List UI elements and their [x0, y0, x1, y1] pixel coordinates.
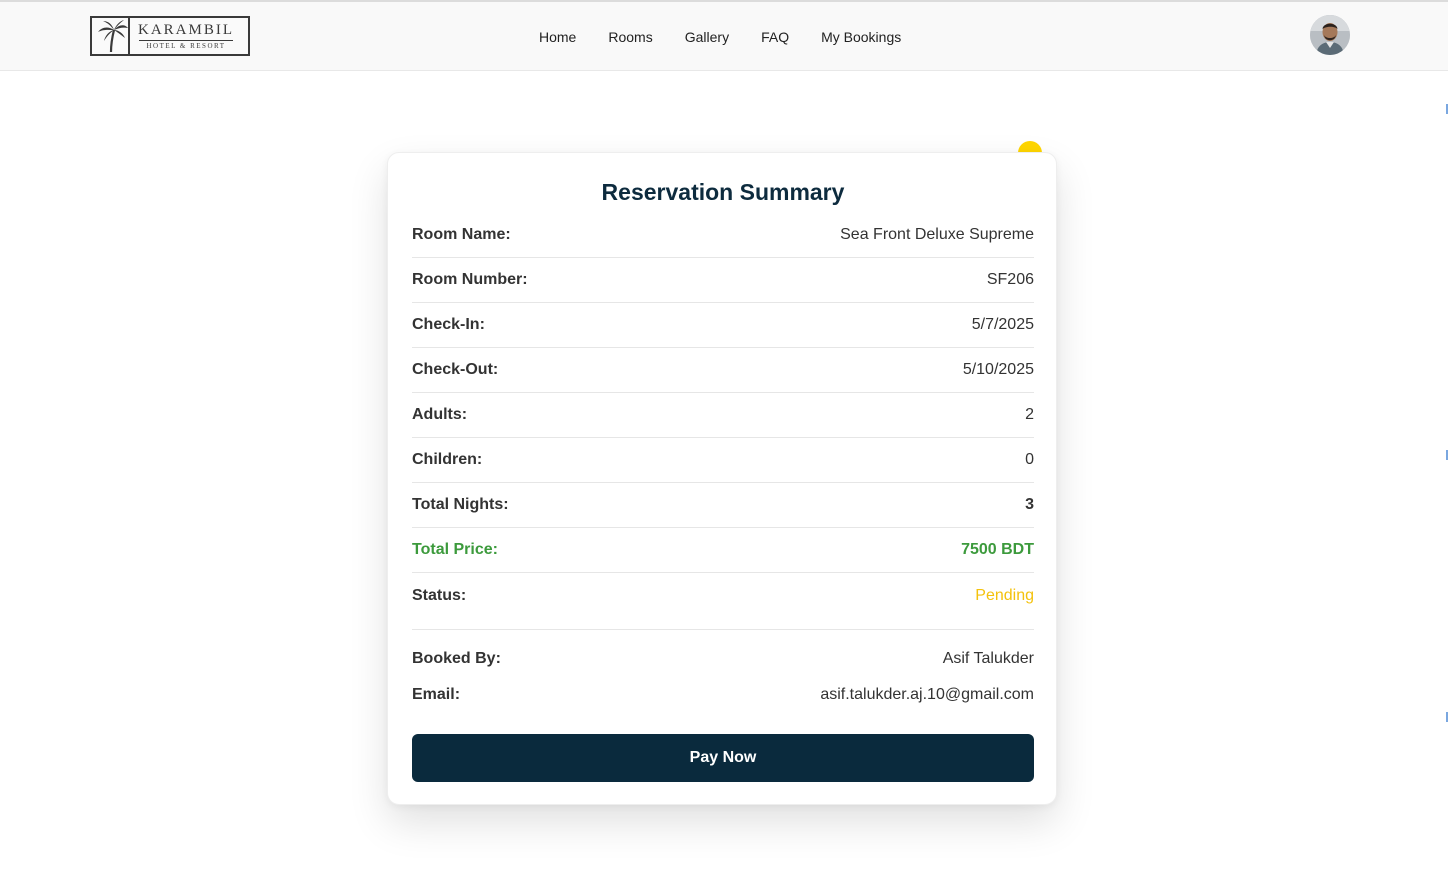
room-number-label: Room Number: — [412, 271, 528, 288]
check-out-value: 5/10/2025 — [962, 361, 1034, 378]
total-nights-value: 3 — [1025, 496, 1034, 513]
row-check-out: Check-Out: 5/10/2025 — [412, 348, 1034, 393]
total-price-value: 7500 BDT — [961, 541, 1034, 558]
nav-link-rooms[interactable]: Rooms — [608, 29, 652, 45]
room-name-label: Room Name: — [412, 226, 511, 243]
brand-name: KARAMBIL — [138, 22, 235, 38]
brand-divider — [139, 40, 233, 41]
children-label: Children: — [412, 451, 483, 468]
total-price-label: Total Price: — [412, 541, 498, 558]
row-room-name: Room Name: Sea Front Deluxe Supreme — [412, 213, 1034, 258]
reservation-summary-card: Reservation Summary Room Name: Sea Front… — [387, 152, 1057, 805]
children-value: 0 — [1025, 451, 1034, 468]
card-title: Reservation Summary — [601, 179, 845, 205]
user-avatar[interactable] — [1310, 15, 1350, 55]
nav-link-faq[interactable]: FAQ — [761, 29, 789, 45]
summary-details: Room Name: Sea Front Deluxe Supreme Room… — [412, 213, 1034, 630]
room-name-value: Sea Front Deluxe Supreme — [840, 226, 1034, 243]
status-label: Status: — [412, 587, 467, 604]
nav-link-gallery[interactable]: Gallery — [685, 29, 729, 45]
total-nights-label: Total Nights: — [412, 496, 509, 513]
check-in-value: 5/7/2025 — [971, 316, 1034, 333]
palm-tree-icon — [92, 18, 130, 54]
booked-by-label: Booked By: — [412, 650, 501, 667]
brand-logo[interactable]: KARAMBIL HOTEL & RESORT — [90, 16, 250, 56]
email-label: Email: — [412, 686, 461, 703]
adults-value: 2 — [1025, 406, 1034, 423]
room-number-value: SF206 — [986, 271, 1034, 288]
check-out-label: Check-Out: — [412, 361, 499, 378]
brand-tagline: HOTEL & RESORT — [146, 42, 226, 50]
row-total-price: Total Price: 7500 BDT — [412, 528, 1034, 573]
booker-info: Booked By: Asif Talukder Email: asif.tal… — [412, 641, 1034, 713]
row-children: Children: 0 — [412, 438, 1034, 483]
page: KARAMBIL HOTEL & RESORT Home Rooms Galle… — [0, 0, 1448, 886]
row-email: Email: asif.talukder.aj.10@gmail.com — [412, 677, 1034, 713]
row-total-nights: Total Nights: 3 — [412, 483, 1034, 528]
nav-link-my-bookings[interactable]: My Bookings — [821, 29, 901, 45]
main-nav: Home Rooms Gallery FAQ My Bookings — [539, 2, 901, 71]
adults-label: Adults: — [412, 406, 468, 423]
status-value: Pending — [975, 587, 1034, 604]
nav-link-home[interactable]: Home — [539, 29, 576, 45]
row-check-in: Check-In: 5/7/2025 — [412, 303, 1034, 348]
booked-by-value: Asif Talukder — [942, 650, 1034, 667]
row-room-number: Room Number: SF206 — [412, 258, 1034, 303]
row-adults: Adults: 2 — [412, 393, 1034, 438]
row-booked-by: Booked By: Asif Talukder — [412, 641, 1034, 677]
check-in-label: Check-In: — [412, 316, 485, 333]
pay-now-button[interactable]: Pay Now — [412, 734, 1034, 782]
email-value: asif.talukder.aj.10@gmail.com — [820, 686, 1034, 703]
navbar: KARAMBIL HOTEL & RESORT Home Rooms Galle… — [0, 2, 1448, 71]
row-status: Status: Pending — [412, 573, 1034, 630]
